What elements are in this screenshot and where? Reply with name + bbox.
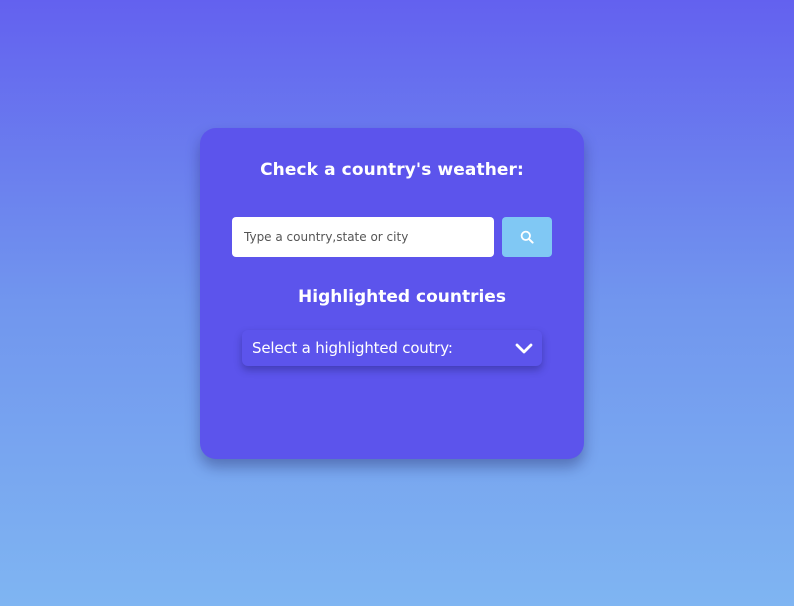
card-title: Check a country's weather: [260,160,524,180]
search-button[interactable] [502,217,552,257]
search-icon [520,230,534,244]
select-label: Select a highlighted coutry: [252,339,453,357]
chevron-down-icon [514,341,534,355]
search-input[interactable] [232,217,494,257]
highlighted-countries-heading: Highlighted countries [298,287,506,307]
weather-card: Check a country's weather: Highlighted c… [200,128,584,459]
highlighted-country-select[interactable]: Select a highlighted coutry: [242,330,542,366]
